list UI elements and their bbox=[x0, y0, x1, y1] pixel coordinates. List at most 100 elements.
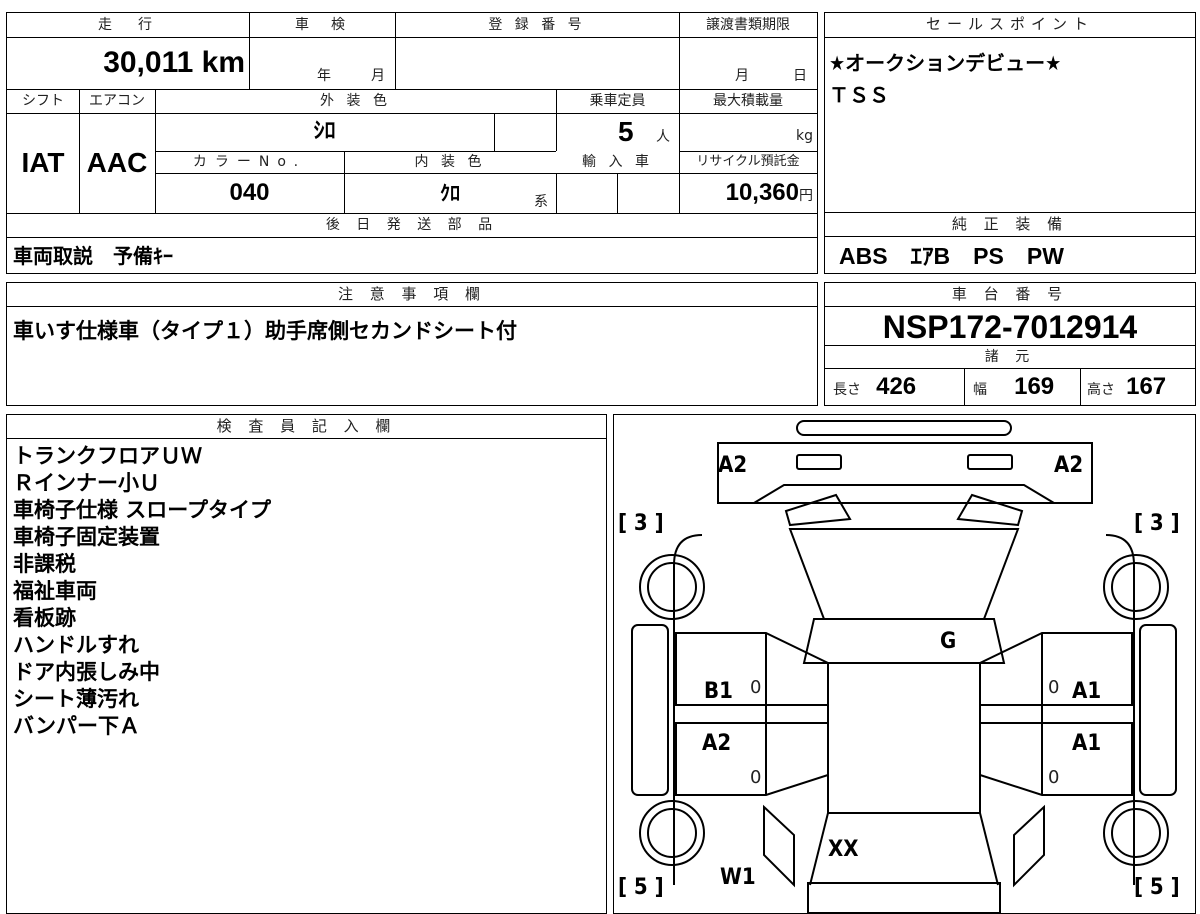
caution-header: 注 意 事 項 欄 bbox=[7, 283, 817, 307]
recycle-unit: 円 bbox=[799, 187, 813, 203]
bumper-right-mark: A2 bbox=[1054, 453, 1084, 478]
right-mirror-shape bbox=[956, 493, 1024, 527]
inspection-year-label: 年 bbox=[317, 68, 331, 84]
exterior-color-value: ｼﾛ bbox=[313, 119, 336, 144]
spec-width: 幅 169 bbox=[973, 369, 1054, 405]
vehicle-info-table: 走 行 車 検 登 録 番 号 譲渡書類期限 30,011 km 年 月 月 日… bbox=[6, 12, 818, 274]
rear-left-door-mark: A2 bbox=[702, 731, 732, 756]
car-diagram-panel: A2 A2 [ 3 ] [ 3 ] G B1 0 A1 0 A2 0 A1 0 … bbox=[613, 414, 1196, 914]
front-left-door-zero: 0 bbox=[750, 677, 762, 698]
front-bumper-shape bbox=[796, 420, 1012, 436]
capacity-value: 5 人 bbox=[556, 113, 679, 151]
genuine-equipment-header: 純 正 装 備 bbox=[825, 213, 1195, 237]
sales-point-line-2: ＴＳＳ bbox=[829, 83, 889, 107]
specs-header: 諸 元 bbox=[825, 345, 1195, 369]
rear-left-bracket: [ 5 ] bbox=[618, 875, 664, 900]
front-right-door-mark: A1 bbox=[1072, 679, 1102, 704]
spec-height-label: 高さ bbox=[1087, 382, 1115, 398]
caution-panel: 注 意 事 項 欄 車いす仕様車（タイプ１）助手席側セカンドシート付 bbox=[6, 282, 818, 406]
front-left-bracket: [ 3 ] bbox=[618, 511, 664, 536]
recycle-amount: 10,360 bbox=[725, 179, 799, 206]
inspector-header: 検 査 員 記 入 欄 bbox=[7, 415, 606, 439]
spec-length: 長さ 426 bbox=[833, 369, 916, 405]
inspector-note: バンパー下Ａ bbox=[13, 714, 141, 738]
front-left-door-mark: B1 bbox=[704, 679, 733, 704]
capacity-header: 乗車定員 bbox=[589, 93, 646, 109]
deadline-day-label: 日 bbox=[793, 68, 807, 84]
color-no-header: カラーNo. bbox=[192, 154, 307, 170]
spec-width-value: 169 bbox=[1014, 373, 1055, 400]
spec-height-value: 167 bbox=[1126, 373, 1167, 400]
body-left-outline bbox=[673, 534, 703, 885]
sales-points-panel: セールスポイント ★オークションデビュー★ ＴＳＳ bbox=[824, 12, 1196, 214]
registration-header: 登 録 番 号 bbox=[488, 17, 586, 33]
shift-value: IAT bbox=[21, 147, 65, 178]
caution-value: 車いす仕様車（タイプ１）助手席側セカンドシート付 bbox=[13, 319, 517, 343]
mileage-unit: km bbox=[201, 46, 245, 79]
chassis-header: 車 台 番 号 bbox=[825, 283, 1195, 307]
inspector-notes-list: トランクフロアＵＷ Ｒインナー小Ｕ 車椅子仕様 スロープタイプ 車椅子固定装置 … bbox=[13, 443, 271, 740]
genuine-equipment-panel: 純 正 装 備 ABS ｴｱB PS PW bbox=[824, 212, 1196, 274]
inspector-note: 車椅子仕様 スロープタイプ bbox=[13, 498, 272, 522]
inspection-month-label: 月 bbox=[371, 68, 385, 84]
bumper-left-mark: A2 bbox=[718, 453, 748, 478]
later-parts-value: 車両取説 予備ｷｰ bbox=[13, 244, 173, 268]
max-load-header: 最大積載量 bbox=[713, 93, 783, 109]
rear-left-door-zero: 0 bbox=[750, 767, 762, 788]
exterior-color-header: 外 装 色 bbox=[320, 93, 391, 109]
recycle-value: 10,360円 bbox=[679, 173, 813, 213]
left-mirror-shape bbox=[784, 493, 852, 527]
rear-left-quarter-shape bbox=[763, 804, 795, 888]
inspector-note: 看板跡 bbox=[13, 606, 76, 630]
front-right-door-zero: 0 bbox=[1048, 677, 1060, 698]
spec-length-value: 426 bbox=[876, 373, 917, 400]
later-parts-header: 後 日 発 送 部 品 bbox=[325, 217, 499, 233]
windshield-shape bbox=[788, 528, 1020, 620]
mileage-header: 走 行 bbox=[98, 17, 158, 33]
import-header: 輸 入 車 bbox=[556, 151, 679, 173]
deadline-month-label: 月 bbox=[735, 68, 749, 84]
hood-line bbox=[753, 484, 1055, 504]
color-no-value: 040 bbox=[229, 179, 270, 206]
spec-height: 高さ 167 bbox=[1087, 369, 1166, 405]
car-diagram bbox=[631, 420, 1177, 913]
mileage-value: 30,011 km bbox=[7, 41, 245, 85]
max-load-unit-label: kg bbox=[796, 128, 813, 144]
front-end-shape bbox=[717, 442, 1093, 504]
trunk-mark: XX bbox=[828, 837, 859, 862]
roof-shape bbox=[827, 662, 981, 814]
chassis-panel: 車 台 番 号 NSP172-7012914 諸 元 長さ 426 幅 169 … bbox=[824, 282, 1196, 406]
inspector-note: トランクフロアＵＷ bbox=[13, 444, 202, 468]
chassis-value: NSP172-7012914 bbox=[882, 309, 1138, 345]
interior-color-header: 内 装 色 bbox=[414, 154, 486, 170]
mileage-number: 30,011 bbox=[103, 46, 194, 79]
inspector-note: 福祉車両 bbox=[13, 579, 97, 603]
sales-point-line-1: ★オークションデビュー★ bbox=[829, 51, 1062, 75]
rear-right-door-mark: A1 bbox=[1072, 731, 1102, 756]
sales-points-header: セールスポイント bbox=[825, 13, 1195, 38]
spec-width-label: 幅 bbox=[973, 382, 987, 398]
interior-color-value: ｸﾛ bbox=[440, 181, 460, 205]
interior-color-suffix: 系 bbox=[534, 194, 548, 210]
genuine-equipment-value: ABS ｴｱB PS PW bbox=[839, 243, 1064, 269]
inspector-note: 非課税 bbox=[13, 552, 76, 576]
capacity-unit: 人 bbox=[656, 128, 670, 144]
inspector-note: 車椅子固定装置 bbox=[13, 525, 160, 549]
inspector-panel: 検 査 員 記 入 欄 トランクフロアＵＷ Ｒインナー小Ｕ 車椅子仕様 スロープ… bbox=[6, 414, 607, 914]
right-headlight-shape bbox=[967, 454, 1013, 470]
rear-right-bracket: [ 5 ] bbox=[1134, 875, 1180, 900]
inspector-note: Ｒインナー小Ｕ bbox=[13, 471, 160, 495]
max-load-unit: kg bbox=[679, 113, 813, 151]
transfer-deadline-header: 譲渡書類期限 bbox=[706, 17, 790, 33]
left-headlight-shape bbox=[796, 454, 842, 470]
spec-length-label: 長さ bbox=[833, 382, 861, 398]
recycle-header: リサイクル預託金 bbox=[696, 154, 800, 169]
rear-right-door-zero: 0 bbox=[1048, 767, 1060, 788]
inspector-note: シート薄汚れ bbox=[13, 687, 139, 711]
inspector-note: ハンドルすれ bbox=[13, 633, 139, 657]
front-right-bracket: [ 3 ] bbox=[1134, 511, 1180, 536]
roof-front-shape bbox=[802, 618, 1006, 664]
roof-mark: G bbox=[940, 629, 957, 654]
capacity-number: 5 bbox=[618, 116, 634, 147]
aircon-value: AAC bbox=[86, 147, 148, 178]
